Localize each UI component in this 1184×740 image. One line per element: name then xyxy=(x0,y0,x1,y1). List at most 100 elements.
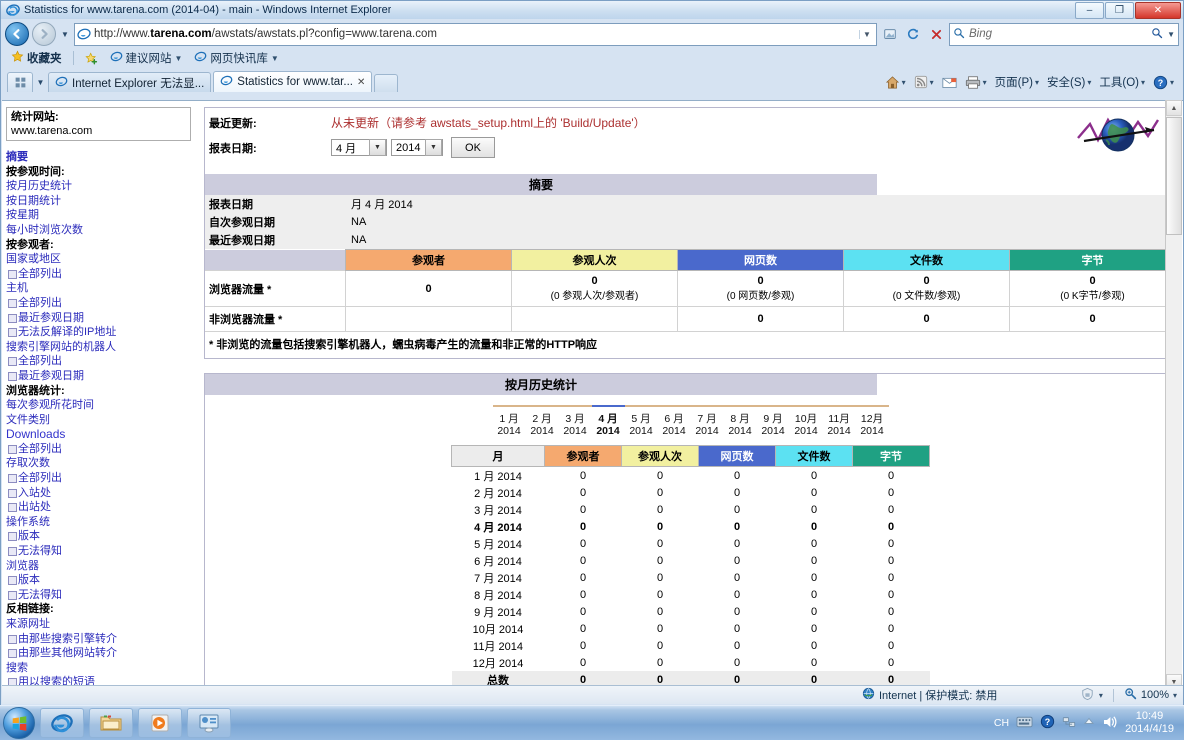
sidebar-item[interactable]: 全部列出 xyxy=(6,354,202,369)
add-to-favorites-icon[interactable] xyxy=(81,51,102,66)
sidebar-item[interactable]: 入站处 xyxy=(6,486,202,501)
forward-button[interactable] xyxy=(32,22,56,46)
zoom-icon[interactable] xyxy=(1124,687,1137,703)
sidebar-item[interactable]: 每次参观所花时间 xyxy=(6,398,202,413)
chevron-down-icon[interactable]: ▾ xyxy=(902,78,906,87)
zoom-caret-icon[interactable]: ▾ xyxy=(1173,691,1177,700)
taskbar-internet-explorer[interactable] xyxy=(40,708,84,738)
chevron-down-icon[interactable]: ▼ xyxy=(271,54,279,63)
sidebar-item[interactable]: 国家或地区 xyxy=(6,252,202,267)
recent-pages-caret-icon[interactable]: ▼ xyxy=(59,30,71,39)
chevron-down-icon[interactable]: ▼ xyxy=(175,54,183,63)
sidebar-item[interactable]: 主机 xyxy=(6,281,202,296)
sidebar-item[interactable]: 全部列出 xyxy=(6,471,202,486)
start-button[interactable] xyxy=(3,707,35,739)
sidebar-item[interactable]: 摘要 xyxy=(6,150,202,165)
sidebar-item[interactable]: 按日期统计 xyxy=(6,194,202,209)
chevron-down-icon[interactable]: ▾ xyxy=(983,78,987,87)
sidebar-item[interactable]: 由那些搜索引擎转介 xyxy=(6,632,202,647)
sidebar-item[interactable]: 浏览器 xyxy=(6,559,202,574)
volume-icon[interactable] xyxy=(1102,715,1118,732)
chevron-down-icon[interactable]: ▼ xyxy=(425,139,442,156)
close-button[interactable]: ✕ xyxy=(1135,2,1181,19)
print-button[interactable]: ▾ xyxy=(962,74,990,91)
search-input[interactable]: Bing ▼ xyxy=(949,22,1179,46)
address-input[interactable]: http://www.tarena.com/awstats/awstats.pl… xyxy=(74,22,877,46)
tab-statistics-tarena[interactable]: Statistics for www.tar... ✕ xyxy=(213,71,373,92)
ok-button[interactable]: OK xyxy=(451,137,495,158)
sidebar-item[interactable]: 由那些其他网站转介 xyxy=(6,646,202,661)
keyboard-icon[interactable] xyxy=(1016,716,1033,731)
sidebar-item[interactable]: 操作系统 xyxy=(6,515,202,530)
monthly-cell: 0 xyxy=(579,588,587,601)
search-go-icon[interactable] xyxy=(1151,27,1163,42)
chevron-down-icon[interactable]: ▾ xyxy=(1099,691,1103,700)
minimize-button[interactable]: – xyxy=(1075,2,1104,19)
protected-mode-icon[interactable] xyxy=(1080,687,1095,704)
new-tab-button[interactable] xyxy=(374,74,399,92)
sidebar-item[interactable]: 来源网址 xyxy=(6,617,202,632)
sidebar-item[interactable]: 文件类别 xyxy=(6,413,202,428)
address-dropdown-caret-icon[interactable]: ▼ xyxy=(859,29,874,39)
page-scrollbar[interactable]: ▲ ▼ xyxy=(1165,100,1182,690)
network-icon[interactable] xyxy=(1062,715,1076,732)
sidebar-item[interactable]: 无法反解译的IP地址 xyxy=(6,325,202,340)
scroll-up-arrow-icon[interactable]: ▲ xyxy=(1166,100,1182,116)
maximize-button[interactable]: ❐ xyxy=(1105,2,1134,19)
stop-button[interactable] xyxy=(926,24,946,45)
help-icon[interactable]: ? xyxy=(1040,714,1055,732)
sidebar-item[interactable]: 最近参观日期 xyxy=(6,369,202,384)
taskbar-file-explorer[interactable] xyxy=(89,708,133,738)
quick-tabs-button[interactable] xyxy=(7,72,33,92)
ime-language-label[interactable]: CH xyxy=(994,717,1009,729)
tab-close-icon[interactable]: ✕ xyxy=(357,77,365,88)
sidebar-item[interactable]: 按星期 xyxy=(6,208,202,223)
sidebar-item[interactable]: 全部列出 xyxy=(6,267,202,282)
scrollbar-thumb[interactable] xyxy=(1166,117,1182,235)
year-select[interactable]: 2014 ▼ xyxy=(391,139,443,156)
sidebar-item[interactable]: 每小时浏览次数 xyxy=(6,223,202,238)
sidebar-item[interactable]: Downloads xyxy=(6,427,202,442)
chevron-down-icon[interactable]: ▾ xyxy=(930,78,934,87)
home-button[interactable]: ▾ xyxy=(882,74,909,91)
mail-button[interactable] xyxy=(939,75,960,90)
page-menu-button[interactable]: 页面(P) ▾ xyxy=(992,73,1042,91)
search-dropdown-caret-icon[interactable]: ▼ xyxy=(1167,30,1175,39)
favorites-button[interactable]: 收藏夹 xyxy=(7,49,66,67)
sidebar-item[interactable]: 全部列出 xyxy=(6,296,202,311)
sidebar-item[interactable]: 无法得知 xyxy=(6,544,202,559)
zoom-level-label[interactable]: 100% xyxy=(1141,689,1169,701)
refresh-button[interactable] xyxy=(903,24,923,45)
feeds-button[interactable]: ▾ xyxy=(911,74,937,90)
help-menu-button[interactable]: ? ▾ xyxy=(1150,74,1177,91)
sidebar-item[interactable]: 搜索引擎网站的机器人 xyxy=(6,340,202,355)
sidebar-item[interactable]: 全部列出 xyxy=(6,442,202,457)
sidebar-item[interactable]: 按月历史统计 xyxy=(6,179,202,194)
chevron-down-icon[interactable]: ▾ xyxy=(1035,78,1039,87)
show-hidden-icons-icon[interactable] xyxy=(1083,717,1095,729)
sidebar-item[interactable]: 版本 xyxy=(6,529,202,544)
safety-menu-button[interactable]: 安全(S) ▾ xyxy=(1044,73,1094,91)
chevron-down-icon[interactable]: ▾ xyxy=(1141,78,1145,87)
back-button[interactable] xyxy=(5,22,29,46)
taskbar-control-panel[interactable] xyxy=(187,708,231,738)
sidebar-item[interactable]: 出站处 xyxy=(6,500,202,515)
sidebar-item[interactable]: 版本 xyxy=(6,573,202,588)
sidebar-item[interactable]: 无法得知 xyxy=(6,588,202,603)
chevron-down-icon[interactable]: ▾ xyxy=(1170,78,1174,87)
sidebar-item[interactable]: 存取次数 xyxy=(6,456,202,471)
chevron-down-icon[interactable]: ▾ xyxy=(1087,78,1091,87)
favorites-item-web-slice-gallery[interactable]: 网页快讯库 ▼ xyxy=(190,49,282,67)
favorites-item-suggested-sites[interactable]: 建议网站 ▼ xyxy=(106,49,187,67)
tools-menu-button[interactable]: 工具(O) ▾ xyxy=(1096,73,1148,91)
month-select[interactable]: 4 月 ▼ xyxy=(331,139,387,156)
tab-internet-explorer-error[interactable]: Internet Explorer 无法显... xyxy=(48,72,212,92)
chevron-down-icon[interactable]: ▼ xyxy=(369,139,386,156)
taskbar-media-player[interactable] xyxy=(138,708,182,738)
taskbar-clock[interactable]: 10:49 2014/4/19 xyxy=(1125,710,1180,736)
monthly-cell: 0 xyxy=(656,486,664,499)
sidebar-item[interactable]: 搜索 xyxy=(6,661,202,676)
tab-list-caret-icon[interactable]: ▼ xyxy=(35,73,46,92)
sidebar-item[interactable]: 最近参观日期 xyxy=(6,311,202,326)
compatibility-view-icon[interactable] xyxy=(880,24,900,45)
